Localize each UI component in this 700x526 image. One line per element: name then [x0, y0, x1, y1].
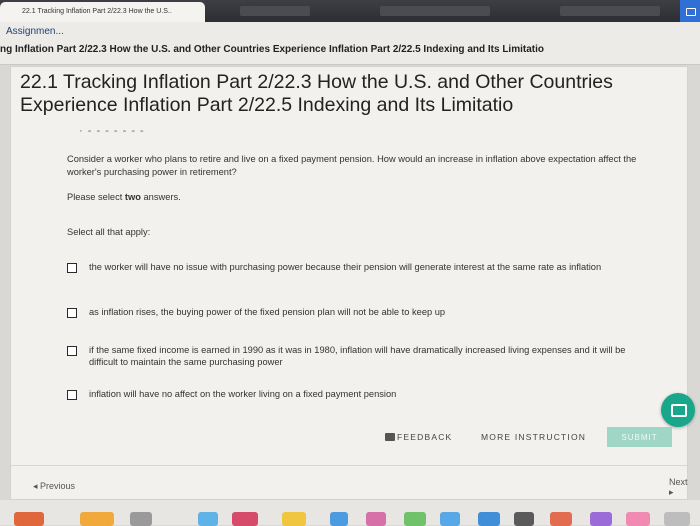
page-header: Assignmen... ng Inflation Part 2/22.3 Ho…	[0, 22, 700, 65]
app-icon[interactable]	[514, 512, 534, 526]
app-icon[interactable]	[590, 512, 612, 526]
divider	[11, 465, 687, 466]
previous-button[interactable]: ◂ Previous	[33, 481, 75, 492]
more-instruction-button[interactable]: MORE INSTRUCTION	[481, 432, 586, 442]
answer-label: if the same fixed income is earned in 19…	[89, 345, 626, 367]
app-icon[interactable]	[130, 512, 152, 526]
question-instruction: Please select two answers.	[67, 192, 181, 202]
page-title: 22.1 Tracking Inflation Part 2/22.3 How …	[20, 71, 613, 116]
assignment-link[interactable]: Assignmen...	[6, 26, 64, 37]
answer-label: inflation will have no affect on the wor…	[89, 389, 397, 399]
app-icon[interactable]	[366, 512, 386, 526]
next-button[interactable]: Next ▸	[669, 477, 688, 498]
progress-dots: · - - - - - - -	[79, 125, 145, 137]
app-icon[interactable]	[330, 512, 348, 526]
submit-button[interactable]: SUBMIT	[607, 427, 672, 447]
app-icon[interactable]	[198, 512, 218, 526]
blurred-tab[interactable]	[380, 6, 490, 16]
app-icon[interactable]	[232, 512, 258, 526]
app-icon[interactable]	[626, 512, 650, 526]
app-icon[interactable]	[664, 512, 690, 526]
checkbox[interactable]	[67, 308, 77, 318]
blurred-tab[interactable]	[560, 6, 660, 16]
window-button[interactable]	[680, 0, 700, 22]
feedback-button[interactable]: FEEDBACK	[397, 432, 452, 442]
chat-icon[interactable]	[661, 393, 695, 427]
taskbar	[0, 500, 700, 526]
checkbox[interactable]	[67, 346, 77, 356]
app-icon[interactable]	[80, 512, 114, 526]
blurred-tab[interactable]	[240, 6, 310, 16]
checkbox[interactable]	[67, 390, 77, 400]
browser-tab[interactable]: 22.1 Tracking Inflation Part 2/22.3 How …	[0, 2, 205, 22]
app-icon[interactable]	[478, 512, 500, 526]
answer-label: the worker will have no issue with purch…	[89, 262, 602, 272]
answer-label: as inflation rises, the buying power of …	[89, 307, 446, 317]
browser-tab-title: 22.1 Tracking Inflation Part 2/22.3 How …	[22, 8, 172, 15]
browser-tab-bar: 22.1 Tracking Inflation Part 2/22.3 How …	[0, 0, 700, 22]
feedback-icon	[385, 433, 395, 441]
app-icon[interactable]	[404, 512, 426, 526]
app-icon[interactable]	[282, 512, 306, 526]
question-text: Consider a worker who plans to retire an…	[67, 154, 637, 177]
app-icon[interactable]	[14, 512, 44, 526]
app-icon[interactable]	[550, 512, 572, 526]
breadcrumb: ng Inflation Part 2/22.3 How the U.S. an…	[0, 44, 544, 55]
question-card: 22.1 Tracking Inflation Part 2/22.3 How …	[10, 66, 695, 500]
select-all-label: Select all that apply:	[67, 227, 151, 237]
checkbox[interactable]	[67, 263, 77, 273]
app-icon[interactable]	[440, 512, 460, 526]
